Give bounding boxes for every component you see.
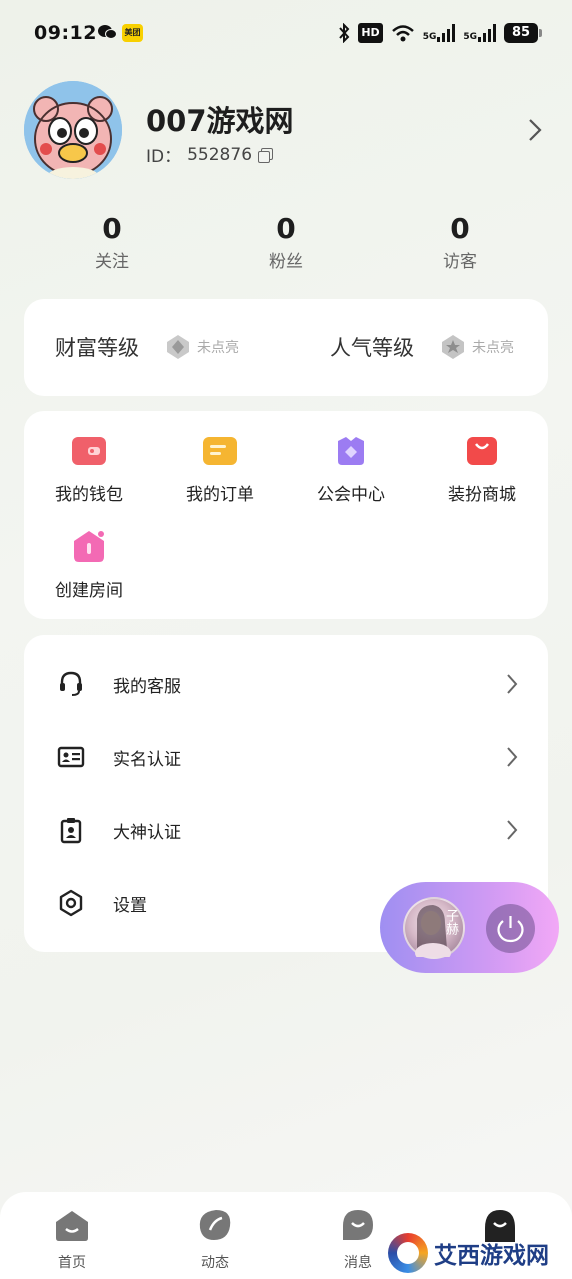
stat-visitors[interactable]: 0 访客 bbox=[400, 212, 520, 272]
shortcut-wallet[interactable]: 我的钱包 bbox=[34, 435, 144, 505]
wifi-icon bbox=[391, 25, 414, 42]
shortcut-create-room[interactable]: 创建房间 bbox=[34, 529, 144, 601]
shortcut-shop[interactable]: 装扮商城 bbox=[427, 435, 537, 505]
shortcut-grid-card: 我的钱包 我的订单 公会中心 装扮商城 创建房间 bbox=[24, 411, 548, 619]
menu-item-real-name[interactable]: 实名认证 bbox=[24, 727, 548, 787]
floating-room-avatar[interactable]: 子赫 bbox=[403, 897, 465, 963]
home-icon bbox=[56, 1211, 88, 1241]
tab-feed-label: 动态 bbox=[201, 1255, 229, 1271]
headset-icon bbox=[60, 671, 82, 696]
signal-icon-2: 5G bbox=[463, 24, 496, 42]
stat-followers-label: 粉丝 bbox=[269, 252, 303, 272]
message-icon bbox=[343, 1210, 373, 1240]
status-time: 09:12 bbox=[34, 22, 97, 44]
menu-item-customer-service-label: 我的客服 bbox=[113, 677, 181, 697]
popularity-level[interactable]: 人气等级 未点亮 bbox=[330, 332, 514, 362]
tab-home[interactable]: 首页 bbox=[32, 1208, 112, 1272]
popularity-level-status: 未点亮 bbox=[472, 340, 514, 356]
menu-item-customer-service[interactable]: 我的客服 bbox=[24, 654, 548, 714]
chevron-right-icon bbox=[507, 674, 518, 694]
stat-following-label: 关注 bbox=[95, 252, 129, 272]
meituan-icon: 美团 bbox=[122, 24, 143, 42]
wealth-level-status: 未点亮 bbox=[197, 340, 239, 356]
battery-indicator: 85 bbox=[504, 23, 542, 43]
hd-badge: HD bbox=[358, 23, 383, 43]
bluetooth-icon bbox=[339, 23, 350, 43]
guild-icon bbox=[338, 437, 364, 465]
create-room-icon bbox=[74, 531, 104, 562]
avatar[interactable] bbox=[24, 81, 122, 179]
shortcut-orders[interactable]: 我的订单 bbox=[165, 435, 275, 505]
signal-icon: 5G bbox=[423, 24, 456, 42]
tab-home-label: 首页 bbox=[58, 1255, 86, 1271]
tab-feed[interactable]: 动态 bbox=[175, 1208, 255, 1272]
stat-following[interactable]: 0 关注 bbox=[52, 212, 172, 272]
gear-icon bbox=[59, 889, 83, 917]
floating-avatar-text: 子赫 bbox=[443, 909, 458, 935]
watermark: 艾西游戏网 bbox=[388, 1233, 549, 1273]
profile-chevron-right-icon[interactable] bbox=[528, 118, 542, 142]
popularity-level-name: 人气等级 bbox=[330, 336, 414, 360]
menu-item-real-name-label: 实名认证 bbox=[113, 750, 181, 770]
feed-icon bbox=[199, 1210, 231, 1240]
user-id: ID： 552876 bbox=[146, 142, 274, 167]
order-icon bbox=[203, 437, 237, 465]
shortcut-orders-label: 我的订单 bbox=[186, 485, 254, 505]
stat-followers[interactable]: 0 粉丝 bbox=[226, 212, 346, 272]
watermark-text: 艾西游戏网 bbox=[434, 1242, 549, 1269]
stat-followers-value: 0 bbox=[276, 212, 296, 245]
tab-messages[interactable]: 消息 bbox=[318, 1208, 398, 1272]
menu-item-expert-cert-label: 大神认证 bbox=[113, 823, 181, 843]
shortcut-guild[interactable]: 公会中心 bbox=[296, 435, 406, 505]
stat-visitors-value: 0 bbox=[450, 212, 470, 245]
shortcut-wallet-label: 我的钱包 bbox=[55, 485, 123, 505]
stat-following-value: 0 bbox=[102, 212, 122, 245]
chevron-right-icon bbox=[507, 747, 518, 767]
wealth-level-badge-icon bbox=[167, 335, 189, 359]
shop-bag-icon bbox=[467, 437, 497, 465]
tab-messages-label: 消息 bbox=[344, 1255, 372, 1271]
watermark-logo-icon bbox=[388, 1233, 428, 1273]
copy-icon[interactable] bbox=[258, 147, 274, 163]
chevron-right-icon bbox=[507, 820, 518, 840]
id-card-icon bbox=[57, 746, 85, 768]
shortcut-create-room-label: 创建房间 bbox=[55, 581, 123, 601]
username: 007游戏网 bbox=[146, 104, 294, 138]
stat-visitors-label: 访客 bbox=[443, 252, 477, 272]
wallet-icon bbox=[72, 437, 106, 465]
menu-item-expert-cert[interactable]: 大神认证 bbox=[24, 800, 548, 860]
wealth-level-name: 财富等级 bbox=[55, 336, 139, 360]
power-icon bbox=[497, 916, 524, 943]
shortcut-guild-label: 公会中心 bbox=[317, 485, 385, 505]
menu-item-settings-label: 设置 bbox=[113, 896, 147, 916]
floating-room-widget[interactable]: 子赫 bbox=[380, 882, 559, 973]
power-button[interactable] bbox=[486, 904, 535, 953]
status-bar: 09:12 美团 HD 5G 5G 85 bbox=[0, 0, 572, 66]
pig-avatar-image bbox=[24, 81, 122, 179]
user-id-value: 552876 bbox=[187, 144, 253, 165]
user-id-label: ID： bbox=[146, 147, 182, 167]
wechat-icon bbox=[98, 25, 117, 39]
wealth-level[interactable]: 财富等级 未点亮 bbox=[55, 332, 239, 362]
badge-card-icon bbox=[60, 818, 82, 844]
level-card: 财富等级 未点亮 人气等级 未点亮 bbox=[24, 299, 548, 396]
shortcut-shop-label: 装扮商城 bbox=[448, 485, 516, 505]
popularity-level-badge-icon bbox=[442, 335, 464, 359]
